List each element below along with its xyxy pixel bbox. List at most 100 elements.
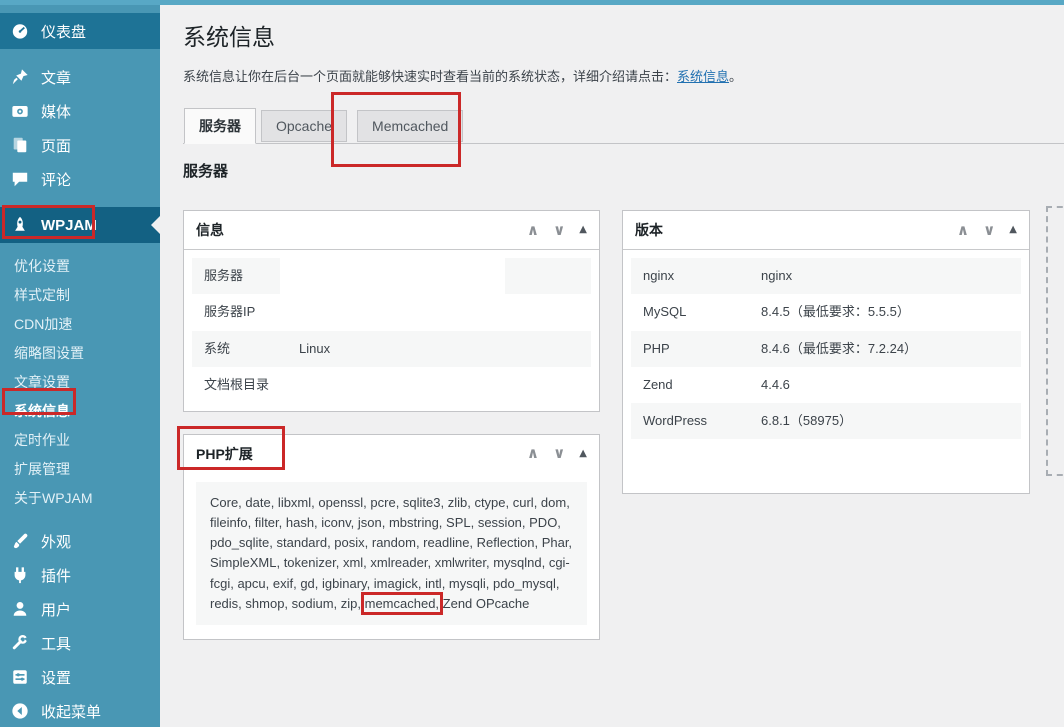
tab-memcached[interactable]: Memcached: [357, 110, 464, 143]
row-label: 系统: [204, 340, 231, 356]
row-label: Zend: [643, 376, 673, 392]
php-extensions-panel: PHP扩展 ∧ ∨ ▲ Core, date, libxml, openssl,…: [183, 433, 600, 640]
pages-icon: [10, 135, 30, 155]
sidebar-item-label: 文章: [41, 69, 72, 87]
sidebar-item-posts[interactable]: 文章: [0, 60, 160, 94]
row-value: Linux: [299, 340, 331, 356]
move-up-icon[interactable]: ∧: [527, 446, 539, 461]
plugins-icon: [10, 565, 30, 585]
row-value: [299, 303, 579, 321]
php-extensions-list: Core, date, libxml, openssl, pcre, sqlit…: [196, 481, 587, 625]
sidebar-item-pages[interactable]: 页面: [0, 128, 160, 162]
row-value: 6.8.1（58975）: [761, 412, 853, 428]
users-icon: [10, 599, 30, 619]
table-row: 文档根目录: [192, 367, 591, 403]
row-label: PHP: [643, 340, 670, 356]
row-value: nginx: [761, 268, 793, 284]
panel-empty-space: [631, 439, 1021, 485]
panel-controls: ∧ ∨ ▲: [527, 222, 587, 238]
left-column: 信息 ∧ ∨ ▲ 服务器 服务器IP 系统 Linux 文档根目录 PHP扩展 …: [183, 210, 600, 640]
php-extensions-panel-header[interactable]: PHP扩展 ∧ ∨ ▲: [184, 435, 599, 470]
submenu-item-post-settings[interactable]: 文章设置: [0, 367, 160, 396]
version-panel-body: nginx nginx MySQL 8.4.5（最低要求：5.5.5） PHP …: [623, 250, 1029, 493]
sidebar-item-collapse-menu[interactable]: 收起菜单: [0, 694, 160, 727]
submenu-item-cron[interactable]: 定时作业: [0, 425, 160, 454]
table-row: PHP 8.4.6（最低要求：7.2.24）: [631, 330, 1021, 367]
sidebar-item-label: 用户: [41, 601, 72, 619]
row-value: 8.4.6（最低要求：7.2.24）: [761, 340, 918, 356]
move-down-icon[interactable]: ∨: [983, 222, 995, 238]
sidebar-item-label: 仪表盘: [41, 23, 87, 41]
submenu-item-cdn[interactable]: CDN加速: [0, 309, 160, 338]
version-panel: 版本 ∧ ∨ ▲ nginx nginx MySQL 8.4.5（最低要求：5.…: [622, 210, 1030, 495]
move-up-icon[interactable]: ∧: [527, 222, 539, 238]
tab-server[interactable]: 服务器: [184, 108, 256, 145]
description-period: 。: [729, 69, 743, 85]
collapse-panel-icon[interactable]: ▲: [579, 448, 587, 459]
submenu-item-optimize[interactable]: 优化设置: [0, 251, 160, 280]
tab-bar: 服务器 Opcache Memcached: [183, 108, 1064, 145]
submenu-item-about[interactable]: 关于WPJAM: [0, 483, 160, 512]
sidebar-item-users[interactable]: 用户: [0, 592, 160, 626]
extensions-text: Zend OPcache: [439, 595, 530, 611]
submenu-label: 关于WPJAM: [14, 489, 93, 506]
sidebar-item-comments[interactable]: 评论: [0, 162, 160, 196]
submenu-label: 缩略图设置: [14, 344, 84, 361]
submenu-item-thumbnail[interactable]: 缩略图设置: [0, 338, 160, 367]
move-up-icon[interactable]: ∧: [957, 222, 969, 238]
dashboard-icon: [10, 21, 30, 41]
panel-controls: ∧ ∨ ▲: [527, 446, 587, 461]
move-down-icon[interactable]: ∨: [553, 222, 565, 238]
pin-icon: [10, 67, 30, 87]
settings-icon: [10, 667, 30, 687]
sidebar-item-media[interactable]: 媒体: [0, 94, 160, 128]
sidebar-item-label: 外观: [41, 533, 72, 551]
current-menu-arrow: [142, 216, 160, 234]
row-label: 文档根目录: [204, 376, 270, 392]
sidebar-bottom-group: 外观 插件 用户 工具 设置 收起菜单: [0, 524, 160, 727]
system-info-link[interactable]: 系统信息: [677, 69, 729, 84]
submenu-label: 定时作业: [14, 431, 70, 448]
main-content: 系统信息 系统信息让你在后台一个页面就能够快速实时查看当前的系统状态，详细介绍请…: [160, 5, 1064, 727]
table-row: 服务器: [192, 258, 591, 295]
sidebar-item-label: WPJAM: [41, 216, 97, 234]
submenu-label: 系统信息: [14, 402, 70, 419]
table-row: Zend 4.4.6: [631, 367, 1021, 403]
submenu-item-system-info[interactable]: 系统信息: [0, 396, 160, 425]
comments-icon: [10, 169, 30, 189]
collapse-menu-icon: [10, 701, 30, 721]
sidebar-item-dashboard[interactable]: 仪表盘: [0, 13, 160, 49]
row-value: [299, 376, 579, 394]
submenu-item-extensions[interactable]: 扩展管理: [0, 454, 160, 483]
panel-title: 版本: [635, 222, 663, 239]
sidebar-item-label: 媒体: [41, 103, 72, 121]
sidebar-item-appearance[interactable]: 外观: [0, 524, 160, 558]
row-label: MySQL: [643, 304, 687, 320]
row-label: nginx: [643, 268, 675, 284]
row-label: WordPress: [643, 412, 708, 428]
panel-controls: ∧ ∨ ▲: [957, 222, 1017, 238]
submenu-item-style[interactable]: 样式定制: [0, 280, 160, 309]
sidebar-item-settings[interactable]: 设置: [0, 660, 160, 694]
table-row: 服务器IP: [192, 294, 591, 330]
submenu-label: 文章设置: [14, 373, 70, 390]
submenu-label: 样式定制: [14, 286, 70, 303]
extensions-text: Core, date, libxml, openssl, pcre, sqlit…: [210, 494, 573, 611]
metabox-columns: 信息 ∧ ∨ ▲ 服务器 服务器IP 系统 Linux 文档根目录 PHP扩展 …: [183, 210, 1064, 640]
collapse-panel-icon[interactable]: ▲: [579, 225, 587, 235]
sidebar-item-plugins[interactable]: 插件: [0, 558, 160, 592]
sidebar-item-label: 页面: [41, 137, 72, 155]
table-row: WordPress 6.8.1（58975）: [631, 402, 1021, 440]
sidebar-item-tools[interactable]: 工具: [0, 626, 160, 660]
table-row: 系统 Linux: [192, 330, 591, 367]
version-panel-header[interactable]: 版本 ∧ ∨ ▲: [623, 211, 1029, 251]
move-down-icon[interactable]: ∨: [553, 446, 565, 461]
appearance-icon: [10, 531, 30, 551]
collapse-panel-icon[interactable]: ▲: [1009, 225, 1017, 235]
right-column: 版本 ∧ ∨ ▲ nginx nginx MySQL 8.4.5（最低要求：5.…: [622, 210, 1030, 495]
tab-opcache[interactable]: Opcache: [261, 110, 348, 143]
metabox-drop-placeholder: [1046, 206, 1064, 476]
info-panel-header[interactable]: 信息 ∧ ∨ ▲: [184, 211, 599, 251]
sidebar-item-wpjam[interactable]: WPJAM: [0, 207, 160, 243]
